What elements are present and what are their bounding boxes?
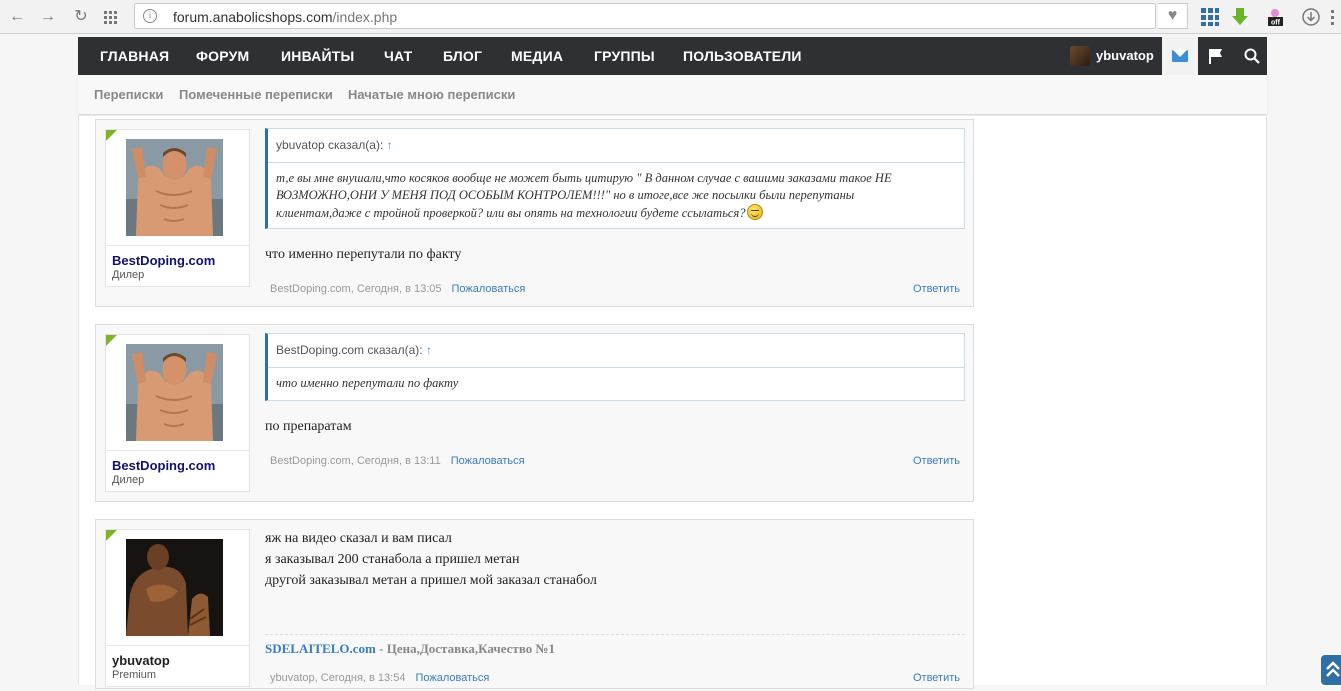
message-text: яж на видео сказал и вам писал я заказыв… <box>265 531 597 588</box>
quote-author: ybuvatop сказал(а): <box>276 138 384 152</box>
report-link[interactable]: Пожаловаться <box>415 672 489 684</box>
user-card: ybuvatop Premium <box>105 529 250 687</box>
nav-users[interactable]: ПОЛЬЗОВАТЕЛИ <box>683 37 802 75</box>
nav-chat[interactable]: ЧАТ <box>384 37 412 75</box>
message-text: что именно перепутали по факту <box>265 247 462 262</box>
quote-header: BestDoping.com сказал(а): ↑ <box>276 343 432 357</box>
user-role: Дилер <box>112 474 145 486</box>
quote-jump-arrow-icon[interactable]: ↑ <box>387 138 393 152</box>
message-meta: ybuvatop, Сегодня, в 13:54 Пожаловаться <box>270 672 490 684</box>
menu-icon[interactable] <box>1328 7 1338 27</box>
forum-navbar: ГЛАВНАЯ ФОРУМ ИНВАЙТЫ ЧАТ БЛОГ МЕДИА ГРУ… <box>78 37 1267 75</box>
quote-block: BestDoping.com сказал(а): ↑ что именно п… <box>265 333 965 401</box>
user-card: BestDoping.com Дилер <box>105 129 250 287</box>
message: ybuvatop Premium яж на видео сказал и ва… <box>95 519 974 689</box>
quote-text: т,е вы мне внушали,что косяков вообще не… <box>276 171 892 220</box>
subnav-started[interactable]: Начатые мною переписки <box>348 75 515 115</box>
envelope-icon <box>1172 50 1188 62</box>
svg-text:off: off <box>1271 20 1281 27</box>
content-area: BestDoping.com Дилер ybuvatop сказал(а):… <box>78 116 1267 689</box>
reply-link[interactable]: Ответить <box>913 672 960 684</box>
url-path: /index.php <box>332 9 398 25</box>
online-badge <box>106 335 117 346</box>
current-username: ybuvatop <box>1096 48 1154 63</box>
quote-jump-arrow-icon[interactable]: ↑ <box>426 343 432 357</box>
message-text: по препаратам <box>265 419 352 434</box>
username[interactable]: ybuvatop <box>112 653 170 668</box>
username[interactable]: BestDoping.com <box>112 253 215 268</box>
reload-icon[interactable]: ↻ <box>70 6 92 28</box>
nav-blog[interactable]: БЛОГ <box>443 37 482 75</box>
subnav-starred[interactable]: Помеченные переписки <box>179 75 333 115</box>
online-badge <box>106 130 117 141</box>
adblock-off-icon[interactable]: off <box>1265 7 1285 27</box>
site-info-icon[interactable]: i <box>143 9 157 23</box>
conversations-subnav: Переписки Помеченные переписки Начатые м… <box>78 75 1267 115</box>
download-arrow-icon[interactable] <box>1230 7 1250 27</box>
scroll-to-top-button[interactable] <box>1321 655 1341 685</box>
forward-icon[interactable]: → <box>37 6 59 28</box>
user-role: Premium <box>112 669 157 681</box>
smiley-icon <box>746 204 763 220</box>
message: BestDoping.com Дилер BestDoping.com сказ… <box>95 324 974 502</box>
download-circle-icon[interactable] <box>1301 7 1321 27</box>
quote-block: ybuvatop сказал(а): ↑ т,е вы мне внушали… <box>265 128 965 229</box>
address-bar[interactable]: i forum.anabolicshops.com/index.php <box>134 3 1156 29</box>
nav-home[interactable]: ГЛАВНАЯ <box>100 37 169 75</box>
apps-grid-icon[interactable] <box>104 11 118 25</box>
user-avatar-photo[interactable] <box>126 539 223 636</box>
subnav-conversations[interactable]: Переписки <box>94 75 163 115</box>
double-chevron-up-icon <box>1326 661 1340 677</box>
nav-groups[interactable]: ГРУППЫ <box>594 37 655 75</box>
reply-link[interactable]: Ответить <box>913 455 960 467</box>
back-icon[interactable]: ← <box>6 6 28 28</box>
user-role: Дилер <box>112 269 145 281</box>
avatar <box>1070 46 1090 66</box>
quote-header: ybuvatop сказал(а): ↑ <box>276 138 393 152</box>
username[interactable]: BestDoping.com <box>112 458 215 473</box>
quote-text: что именно перепутали по факту <box>276 376 459 390</box>
extension-grid-icon[interactable] <box>1200 7 1220 27</box>
user-card: BestDoping.com Дилер <box>105 334 250 492</box>
quote-author: BestDoping.com сказал(а): <box>276 343 423 357</box>
nav-media[interactable]: МЕДИА <box>511 37 563 75</box>
heart-icon[interactable]: ♥ <box>1158 3 1188 29</box>
flag-icon[interactable] <box>1209 48 1223 64</box>
online-badge <box>106 530 117 541</box>
report-link[interactable]: Пожаловаться <box>451 455 525 467</box>
url-domain: forum.anabolicshops.com <box>173 9 333 25</box>
url-text[interactable]: forum.anabolicshops.com/index.php <box>173 9 397 25</box>
inbox-button[interactable] <box>1162 37 1198 75</box>
message-meta: BestDoping.com, Сегодня, в 13:11 Пожалова… <box>270 455 525 467</box>
signature: SDELAITELO.com - Цена,Доставка,Качество … <box>265 641 556 656</box>
user-avatar-photo[interactable] <box>126 344 223 441</box>
user-avatar-photo[interactable] <box>126 139 223 236</box>
signature-link[interactable]: SDELAITELO.com <box>265 641 376 656</box>
search-icon[interactable] <box>1244 48 1260 64</box>
reply-link[interactable]: Ответить <box>913 283 960 295</box>
browser-toolbar: ← → ↻ i forum.anabolicshops.com/index.ph… <box>0 0 1341 34</box>
message: BestDoping.com Дилер ybuvatop сказал(а):… <box>95 119 974 307</box>
report-link[interactable]: Пожаловаться <box>452 283 526 295</box>
nav-forum[interactable]: ФОРУМ <box>196 37 249 75</box>
message-meta: BestDoping.com, Сегодня, в 13:05 Пожалова… <box>270 283 526 295</box>
nav-invites[interactable]: ИНВАЙТЫ <box>281 37 354 75</box>
